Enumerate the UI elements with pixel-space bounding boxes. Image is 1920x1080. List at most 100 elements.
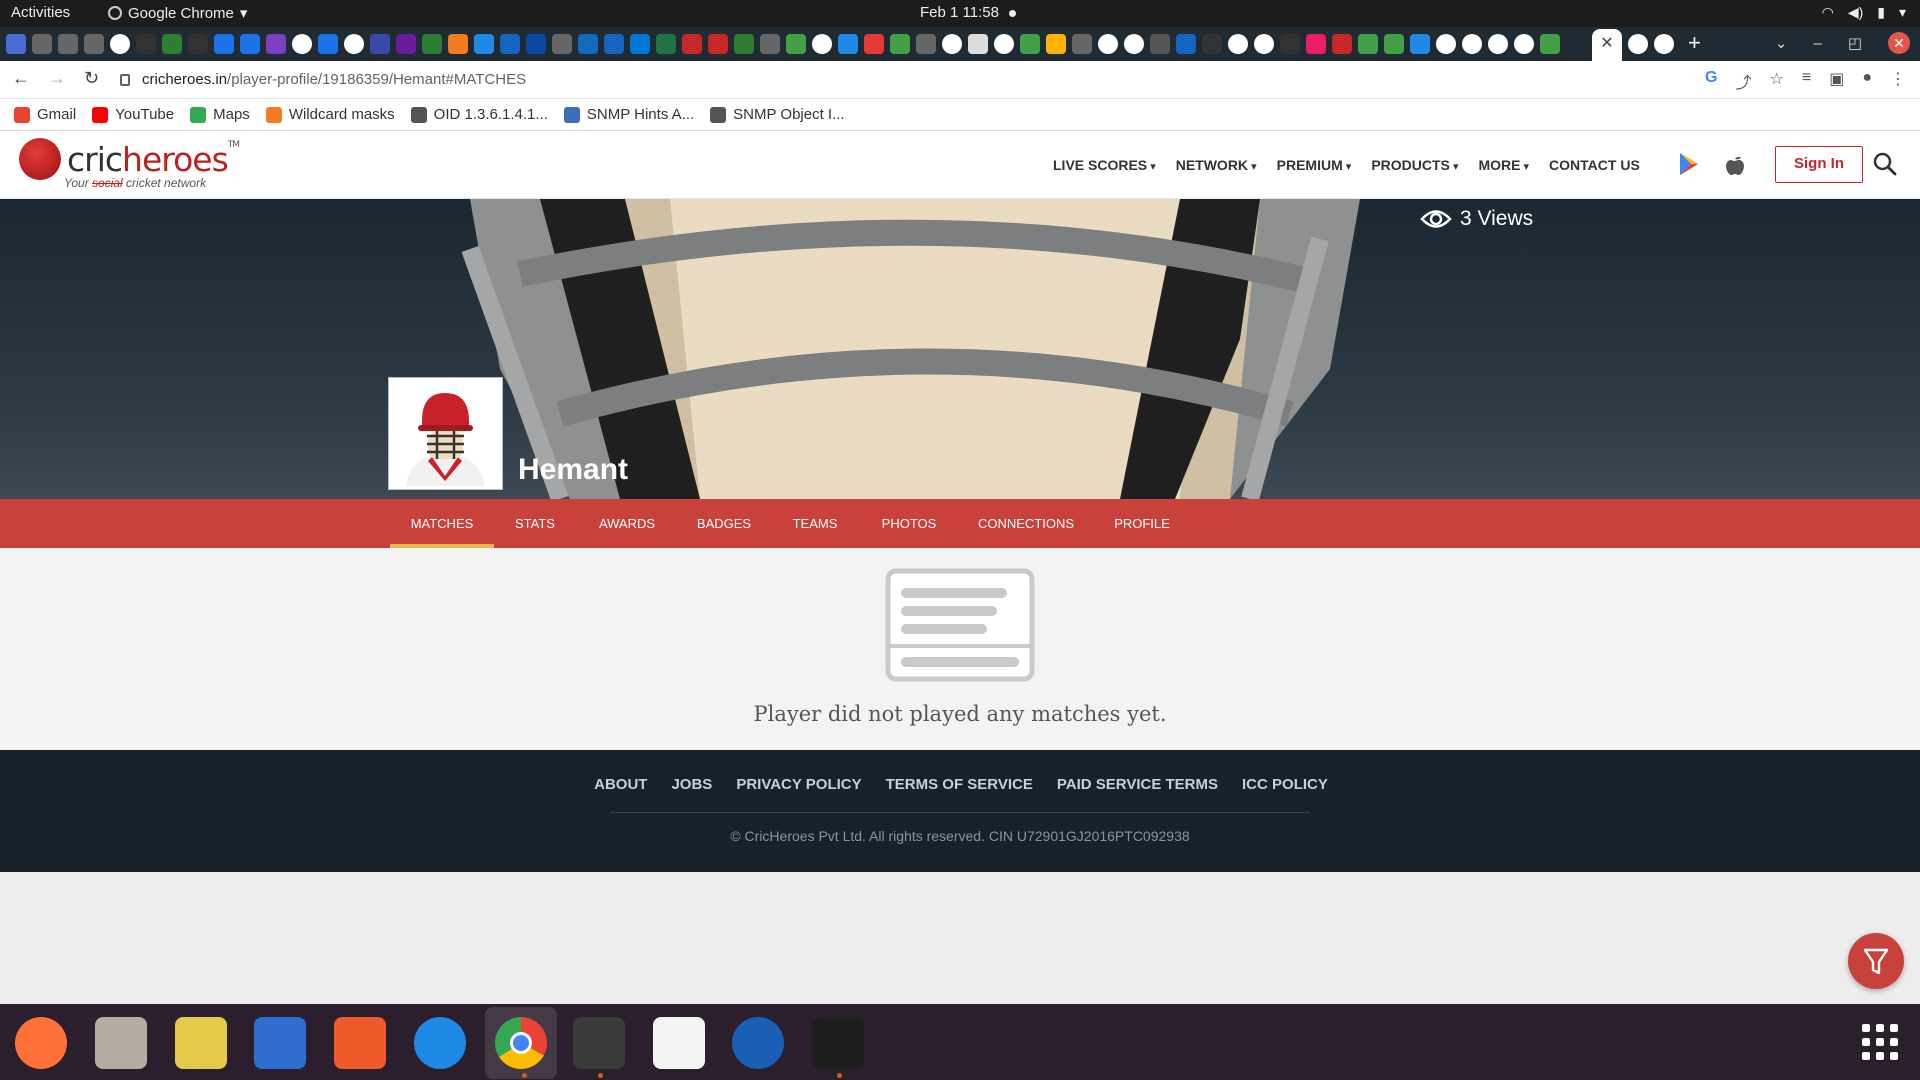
- tab-favicon-icon[interactable]: [6, 34, 26, 54]
- bookmark-item[interactable]: Gmail: [14, 106, 76, 123]
- tab-favicon-icon[interactable]: [578, 34, 598, 54]
- footer-link[interactable]: TERMS OF SERVICE: [886, 776, 1033, 793]
- footer-link[interactable]: PAID SERVICE TERMS: [1057, 776, 1218, 793]
- footer-link[interactable]: ABOUT: [594, 776, 647, 793]
- footer-link[interactable]: ICC POLICY: [1242, 776, 1328, 793]
- tab-favicon-icon[interactable]: [864, 34, 884, 54]
- tab-favicon-icon[interactable]: [1098, 34, 1118, 54]
- tab-matches[interactable]: MATCHES: [390, 499, 494, 548]
- system-tray[interactable]: ◠ ◀) ▮ ▾: [1822, 4, 1906, 21]
- tab-favicon-icon[interactable]: [162, 34, 182, 54]
- bookmark-item[interactable]: Maps: [190, 106, 250, 123]
- tab-favicon-icon[interactable]: [1176, 34, 1196, 54]
- kebab-menu-icon[interactable]: ⋮: [1890, 69, 1906, 93]
- tab-favicon-icon[interactable]: [188, 34, 208, 54]
- search-icon[interactable]: [1872, 151, 1898, 177]
- menu-item[interactable]: NETWORK: [1176, 157, 1257, 173]
- help-icon[interactable]: [414, 1017, 466, 1069]
- tab-favicon-icon[interactable]: [1332, 34, 1352, 54]
- bookmark-item[interactable]: OID 1.3.6.1.4.1...: [410, 106, 548, 123]
- tab-favicon-icon[interactable]: [1462, 34, 1482, 54]
- tab-favicons-right[interactable]: [1628, 34, 1674, 54]
- tab-favicon-icon[interactable]: [526, 34, 546, 54]
- tab-favicon-icon[interactable]: [370, 34, 390, 54]
- tab-favicon-icon[interactable]: [604, 34, 624, 54]
- close-tab-icon[interactable]: ✕: [1600, 35, 1613, 52]
- tab-favicon-icon[interactable]: [630, 34, 650, 54]
- google-lens-icon[interactable]: G: [1705, 69, 1717, 93]
- tab-favicon-icon[interactable]: [1384, 34, 1404, 54]
- tab-search-icon[interactable]: ⌄: [1775, 34, 1788, 52]
- profile-avatar-icon[interactable]: ●: [1862, 69, 1872, 93]
- tab-favicon-icon[interactable]: [1124, 34, 1144, 54]
- writer-icon[interactable]: [254, 1017, 306, 1069]
- tab-favicon-icon[interactable]: [916, 34, 936, 54]
- chrome-tab-icon[interactable]: [1628, 34, 1648, 54]
- reload-icon[interactable]: ↻: [84, 68, 99, 89]
- tab-favicon-icon[interactable]: [968, 34, 988, 54]
- tab-favicon-icon[interactable]: [994, 34, 1014, 54]
- tab-favicon-icon[interactable]: [344, 34, 364, 54]
- tab-favicon-icon[interactable]: [58, 34, 78, 54]
- tab-favicon-icon[interactable]: [214, 34, 234, 54]
- terminal-icon[interactable]: [573, 1017, 625, 1069]
- tab-favicon-icon[interactable]: [1358, 34, 1378, 54]
- close-window-icon[interactable]: ✕: [1888, 32, 1910, 54]
- tab-favicon-icon[interactable]: [110, 34, 130, 54]
- clock[interactable]: Feb 1 11:58: [920, 4, 1016, 21]
- tab-favicon-icon[interactable]: [1228, 34, 1248, 54]
- bookmark-item[interactable]: SNMP Object I...: [710, 106, 845, 123]
- tab-favicon-icon[interactable]: [1254, 34, 1274, 54]
- tab-favicon-icon[interactable]: [786, 34, 806, 54]
- tab-favicon-icon[interactable]: [812, 34, 832, 54]
- tab-favicon-icon[interactable]: [500, 34, 520, 54]
- tab-favicon-icon[interactable]: [682, 34, 702, 54]
- back-arrow-icon[interactable]: ←: [12, 68, 30, 89]
- bookmark-item[interactable]: Wildcard masks: [265, 106, 395, 123]
- intellij-icon[interactable]: [812, 1017, 864, 1069]
- apple-icon[interactable]: [1722, 151, 1748, 177]
- tab-favicon-icon[interactable]: [942, 34, 962, 54]
- tab-profile[interactable]: PROFILE: [1100, 499, 1184, 548]
- tab-favicon-icon[interactable]: [1202, 34, 1222, 54]
- tab-favicon-icon[interactable]: [1540, 34, 1560, 54]
- tab-favicon-icon[interactable]: [240, 34, 260, 54]
- tab-stats[interactable]: STATS: [498, 499, 572, 548]
- player-avatar[interactable]: [388, 377, 503, 490]
- tab-favicon-icon[interactable]: [32, 34, 52, 54]
- tab-favicon-icon[interactable]: [422, 34, 442, 54]
- tab-favicon-icon[interactable]: [1280, 34, 1300, 54]
- bookmark-item[interactable]: YouTube: [92, 106, 174, 123]
- footer-link[interactable]: JOBS: [671, 776, 712, 793]
- forward-arrow-icon[interactable]: →: [48, 68, 66, 89]
- sign-in-button[interactable]: Sign In: [1775, 146, 1863, 183]
- rhythmbox-icon[interactable]: [175, 1017, 227, 1069]
- tab-favicon-icon[interactable]: [1072, 34, 1092, 54]
- tab-favicons[interactable]: [6, 34, 1560, 54]
- tab-favicon-icon[interactable]: [84, 34, 104, 54]
- tab-favicon-icon[interactable]: [1046, 34, 1066, 54]
- show-applications-icon[interactable]: [1862, 1024, 1898, 1060]
- firefox-icon[interactable]: [15, 1017, 67, 1069]
- tab-favicon-icon[interactable]: [448, 34, 468, 54]
- tab-favicon-icon[interactable]: [734, 34, 754, 54]
- tab-favicon-icon[interactable]: [1410, 34, 1430, 54]
- active-tab[interactable]: ✕: [1592, 29, 1622, 61]
- tab-favicon-icon[interactable]: [760, 34, 780, 54]
- tab-favicon-icon[interactable]: [838, 34, 858, 54]
- tab-favicon-icon[interactable]: [266, 34, 286, 54]
- reading-list-icon[interactable]: ≡: [1802, 69, 1811, 93]
- menu-item[interactable]: CONTACT US: [1549, 157, 1640, 173]
- thunderbird-icon[interactable]: [732, 1017, 784, 1069]
- restore-icon[interactable]: ◰: [1848, 34, 1862, 52]
- cricheroes-logo[interactable]: cricheroesTM Your social cricket network: [19, 138, 240, 190]
- chrome-tab-icon[interactable]: [1654, 34, 1674, 54]
- minimize-icon[interactable]: –: [1813, 35, 1821, 52]
- menu-item[interactable]: MORE: [1478, 157, 1529, 173]
- bookmark-item[interactable]: SNMP Hints A...: [563, 106, 694, 123]
- tab-badges[interactable]: BADGES: [683, 499, 765, 548]
- tab-connections[interactable]: CONNECTIONS: [973, 499, 1079, 548]
- tab-photos[interactable]: PHOTOS: [867, 499, 951, 548]
- tab-favicon-icon[interactable]: [1488, 34, 1508, 54]
- app-center-icon[interactable]: [334, 1017, 386, 1069]
